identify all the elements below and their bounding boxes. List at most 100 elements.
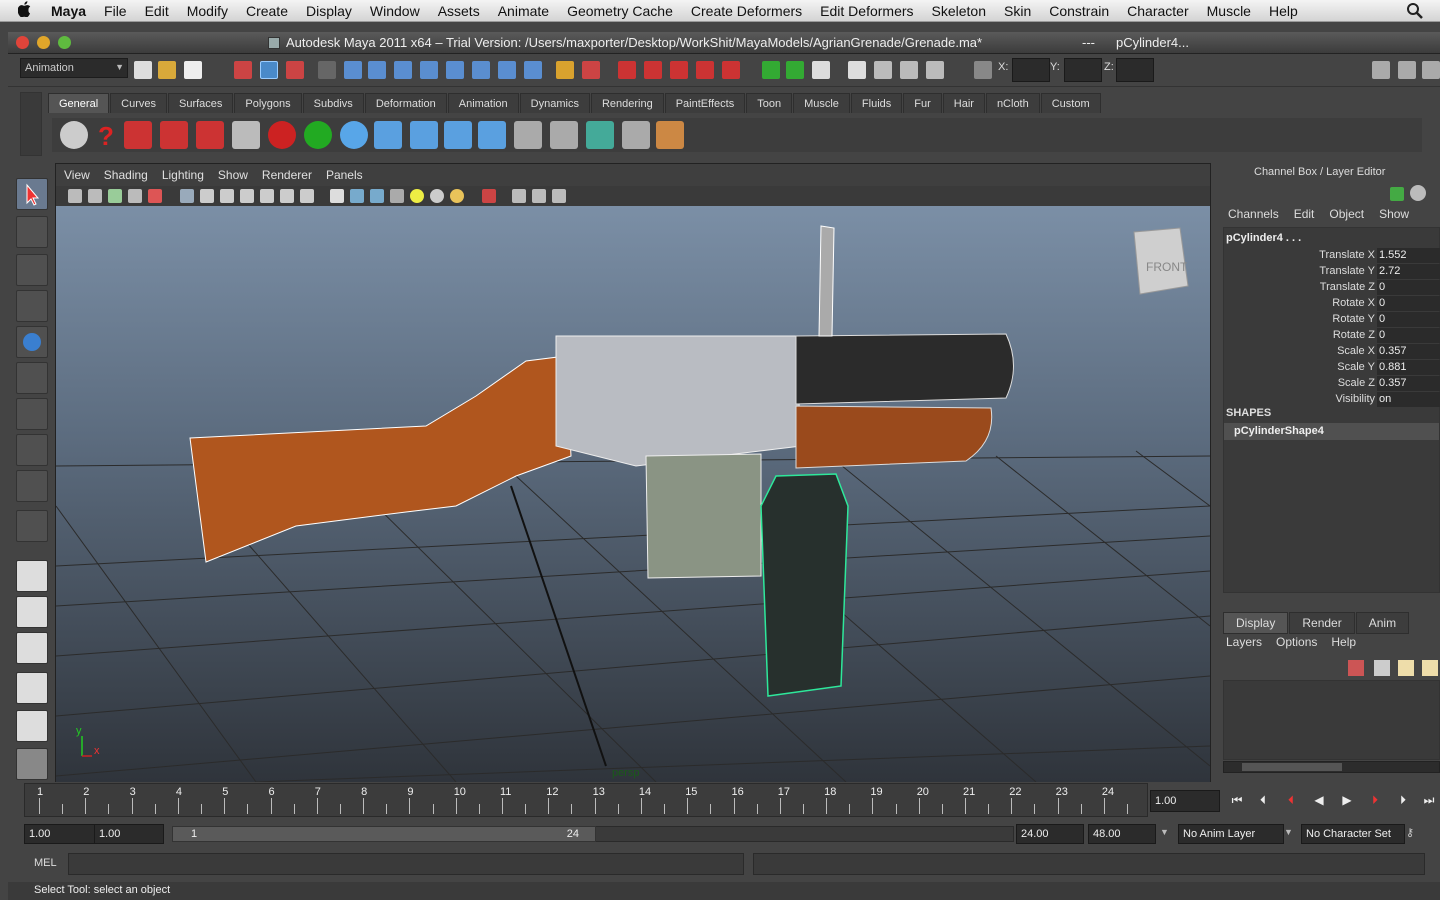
layer-list-scrollbar[interactable] bbox=[1223, 761, 1440, 773]
render-icon[interactable] bbox=[622, 121, 650, 149]
high-quality-icon[interactable] bbox=[450, 189, 464, 203]
select-misc-icon[interactable] bbox=[524, 61, 542, 79]
safe-action-icon[interactable] bbox=[280, 189, 294, 203]
select-handles-icon[interactable] bbox=[344, 61, 362, 79]
curve-tool-icon[interactable] bbox=[268, 121, 296, 149]
menu-create-deformers[interactable]: Create Deformers bbox=[682, 3, 811, 19]
new-layer-selected-icon[interactable] bbox=[1348, 660, 1364, 676]
outliner-layout-icon[interactable] bbox=[16, 748, 48, 780]
shelf-tab-toon[interactable]: Toon bbox=[746, 93, 793, 113]
chevron-down-icon[interactable]: ▼ bbox=[1284, 827, 1293, 837]
layer-list[interactable] bbox=[1223, 680, 1440, 760]
playback-start-field[interactable]: 1.00 bbox=[94, 824, 164, 844]
x-field[interactable] bbox=[1012, 58, 1050, 82]
step-forward-frame-icon[interactable]: ⏵ bbox=[1394, 793, 1412, 809]
scale-tool-icon[interactable] bbox=[16, 362, 48, 394]
app-menu-maya[interactable]: Maya bbox=[42, 3, 95, 19]
snap-to-point-icon[interactable] bbox=[670, 61, 688, 79]
joint-icon-4[interactable] bbox=[478, 121, 506, 149]
four-view-layout-icon[interactable] bbox=[16, 596, 48, 628]
xray-joints-icon[interactable] bbox=[532, 189, 546, 203]
channel-box-menu-channels[interactable]: Channels bbox=[1228, 207, 1279, 221]
attribute-value-field[interactable]: 0.881 bbox=[1377, 360, 1440, 375]
move-tool-icon[interactable] bbox=[16, 290, 48, 322]
attribute-row[interactable]: Translate X 1.552 bbox=[1224, 248, 1440, 264]
film-gate-icon[interactable] bbox=[200, 189, 214, 203]
attribute-value-field[interactable]: 0.357 bbox=[1377, 344, 1440, 359]
z-field[interactable] bbox=[1116, 58, 1154, 82]
shelf-tab-painteffects[interactable]: PaintEffects bbox=[664, 93, 746, 113]
shelf-tab-rendering[interactable]: Rendering bbox=[590, 93, 664, 113]
channel-box-node-name[interactable]: pCylinder4 . . . bbox=[1226, 232, 1301, 244]
shelf-tab-polygons[interactable]: Polygons bbox=[234, 93, 302, 113]
shelf-tab-custom[interactable]: Custom bbox=[1040, 93, 1101, 113]
menu-window[interactable]: Window bbox=[361, 3, 429, 19]
script-language-label[interactable]: MEL bbox=[34, 857, 57, 869]
snap-to-grid-icon[interactable] bbox=[618, 61, 636, 79]
shelf-tab-animation[interactable]: Animation bbox=[447, 93, 519, 113]
shadows-icon[interactable] bbox=[430, 189, 444, 203]
attribute-value-field[interactable]: 0 bbox=[1377, 328, 1440, 343]
new-scene-icon[interactable] bbox=[134, 61, 152, 79]
select-surfaces-icon[interactable] bbox=[420, 61, 438, 79]
make-live-icon[interactable] bbox=[722, 61, 740, 79]
new-layer-icon[interactable] bbox=[1374, 660, 1390, 676]
viewport-menu-shading[interactable]: Shading bbox=[104, 168, 148, 182]
shelf-tab-subdivs[interactable]: Subdivs bbox=[302, 93, 364, 113]
camera-select-icon[interactable] bbox=[68, 189, 82, 203]
filter-icon[interactable] bbox=[318, 61, 336, 79]
attribute-row[interactable]: Scale Z 0.357 bbox=[1224, 376, 1440, 392]
sphere-icon[interactable] bbox=[340, 121, 368, 149]
render-view-icon[interactable] bbox=[848, 61, 866, 79]
select-joints-icon[interactable] bbox=[368, 61, 386, 79]
shelf-tab-hair[interactable]: Hair bbox=[942, 93, 985, 113]
shelf-tab-curves[interactable]: Curves bbox=[110, 93, 167, 113]
shelf-tab-muscle[interactable]: Muscle bbox=[793, 93, 850, 113]
y-field[interactable] bbox=[1064, 58, 1102, 82]
key-icon[interactable]: ⚷ bbox=[1406, 826, 1422, 840]
attribute-value-field[interactable]: 2.72 bbox=[1377, 264, 1440, 279]
select-tool-icon[interactable] bbox=[16, 178, 48, 210]
toggle-channel-box-icon[interactable] bbox=[1422, 61, 1440, 79]
isolate-select-icon[interactable] bbox=[482, 189, 496, 203]
joint-icon-2[interactable] bbox=[410, 121, 438, 149]
menu-skeleton[interactable]: Skeleton bbox=[923, 3, 995, 19]
channel-box-menu-object[interactable]: Object bbox=[1329, 207, 1364, 221]
shelf-tab-fluids[interactable]: Fluids bbox=[850, 93, 903, 113]
shelf-tab-general[interactable]: General bbox=[48, 93, 110, 113]
snap-to-curve-icon[interactable] bbox=[644, 61, 662, 79]
paint-select-tool-icon[interactable] bbox=[16, 254, 48, 286]
grid-icon[interactable] bbox=[180, 189, 194, 203]
play-forwards-icon[interactable]: ▶ bbox=[1338, 793, 1356, 809]
shape-node-name[interactable]: pCylinderShape4 bbox=[1224, 423, 1439, 440]
attribute-row[interactable]: Scale X 0.357 bbox=[1224, 344, 1440, 360]
animation-end-field[interactable]: 48.00 bbox=[1088, 824, 1156, 844]
menu-character[interactable]: Character bbox=[1118, 3, 1197, 19]
anim-layer-dropdown[interactable]: No Anim Layer bbox=[1178, 824, 1284, 844]
time-slider[interactable]: 1 2 3 4 5 6 7 8 9 10 11 12 13 14 15 16 17 18 19 20 21 22 23 24 bbox=[24, 783, 1148, 817]
viewport-menu-view[interactable]: View bbox=[64, 168, 90, 182]
persp-outliner-layout-icon[interactable] bbox=[16, 632, 48, 664]
select-object-icon[interactable] bbox=[260, 61, 278, 79]
character-set-dropdown[interactable]: No Character Set bbox=[1301, 824, 1405, 844]
shelf-tab-deformation[interactable]: Deformation bbox=[364, 93, 447, 113]
shelf-tab-fur[interactable]: Fur bbox=[903, 93, 942, 113]
attribute-row[interactable]: Rotate X0 bbox=[1224, 296, 1440, 312]
menu-file[interactable]: File bbox=[95, 3, 136, 19]
rotate-tool-icon-left[interactable] bbox=[16, 326, 48, 358]
camera-attributes-icon[interactable] bbox=[88, 189, 102, 203]
channel-box-menu-show[interactable]: Show bbox=[1379, 207, 1409, 221]
layer-tab-render[interactable]: Render bbox=[1289, 612, 1355, 634]
attribute-row[interactable]: Translate Y 2.72 bbox=[1224, 264, 1440, 280]
construction-history-icon[interactable] bbox=[812, 61, 830, 79]
joint-icon-3[interactable] bbox=[444, 121, 472, 149]
viewport-menu-panels[interactable]: Panels bbox=[326, 168, 363, 182]
menu-assets[interactable]: Assets bbox=[429, 3, 489, 19]
step-back-key-icon[interactable]: ⏴ bbox=[1282, 793, 1300, 809]
script-icon-2[interactable] bbox=[160, 121, 188, 149]
play-backwards-icon[interactable]: ◀ bbox=[1310, 793, 1328, 809]
menu-geometry-cache[interactable]: Geometry Cache bbox=[558, 3, 682, 19]
render-settings-icon[interactable] bbox=[926, 61, 944, 79]
soft-mod-tool-icon[interactable] bbox=[16, 434, 48, 466]
select-dynamics-icon[interactable] bbox=[472, 61, 490, 79]
